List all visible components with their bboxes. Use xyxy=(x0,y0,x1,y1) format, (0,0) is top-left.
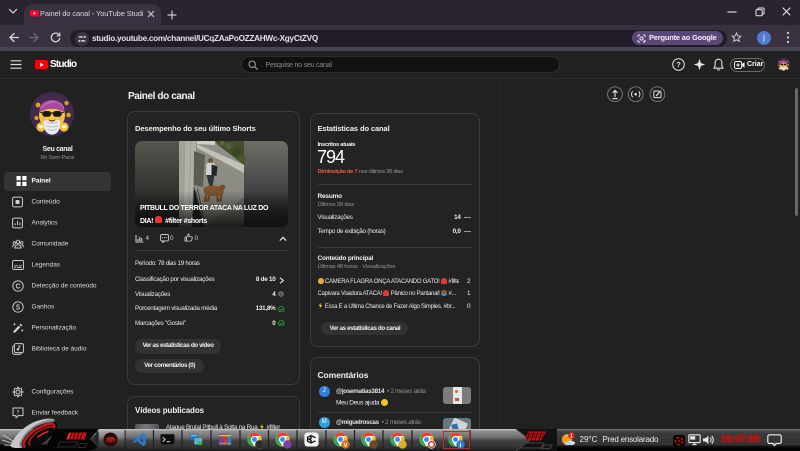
svg-text:$: $ xyxy=(16,303,21,312)
svg-text:i: i xyxy=(460,442,462,449)
svg-text:V: V xyxy=(343,443,347,449)
svg-text:1: 1 xyxy=(570,434,573,440)
svg-text:?: ? xyxy=(676,60,681,69)
svg-text:C: C xyxy=(15,283,20,290)
